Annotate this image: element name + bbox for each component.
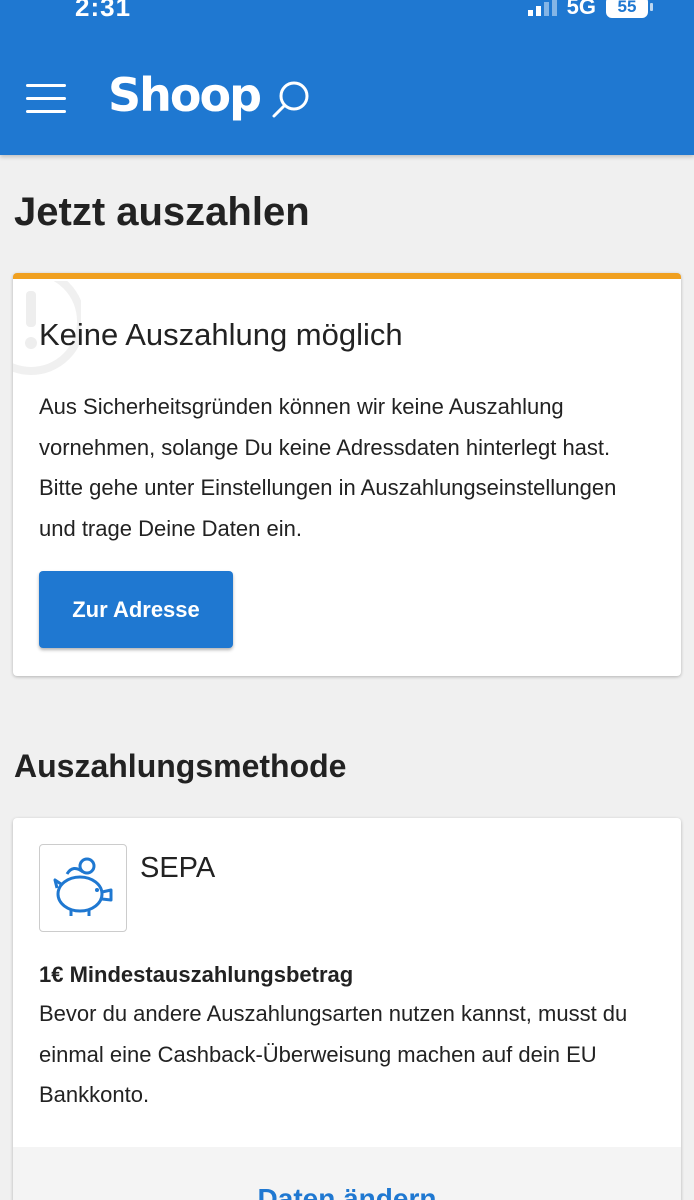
app-header: 2:31 5G 55 Shoop [0, 0, 694, 155]
battery-icon: 55 [606, 0, 653, 18]
signal-icon [527, 0, 557, 16]
minimum-amount: 1€ Mindestauszahlungsbetrag [39, 962, 354, 987]
app-logo[interactable]: Shoop [108, 68, 262, 122]
search-icon[interactable] [270, 78, 314, 122]
payout-method-description: Bevor du andere Auszahlungsarten nutzen … [39, 1001, 628, 1107]
payout-method-footer: Daten ändern [13, 1147, 681, 1200]
payout-method-card: SEPA 1€ Mindestauszahlungsbetrag Bevor d… [13, 818, 681, 1200]
change-data-link[interactable]: Daten ändern [13, 1183, 681, 1200]
warning-text: Aus Sicherheitsgründen können wir keine … [39, 394, 617, 541]
network-label: 5G [566, 0, 596, 19]
piggy-bank-icon [39, 844, 127, 932]
hamburger-menu-icon[interactable] [26, 82, 66, 114]
page-title: Jetzt auszahlen [14, 190, 310, 234]
warning-title: Keine Auszahlung möglich [39, 317, 403, 352]
warning-card: Keine Auszahlung möglich Aus Sicherheits… [13, 273, 681, 676]
status-time: 2:31 [75, 0, 132, 22]
status-indicators: 5G 55 [527, 0, 653, 20]
section-title-payout-method: Auszahlungsmethode [14, 748, 347, 784]
payout-method-name: SEPA [140, 852, 216, 884]
to-address-button[interactable]: Zur Adresse [39, 571, 233, 648]
